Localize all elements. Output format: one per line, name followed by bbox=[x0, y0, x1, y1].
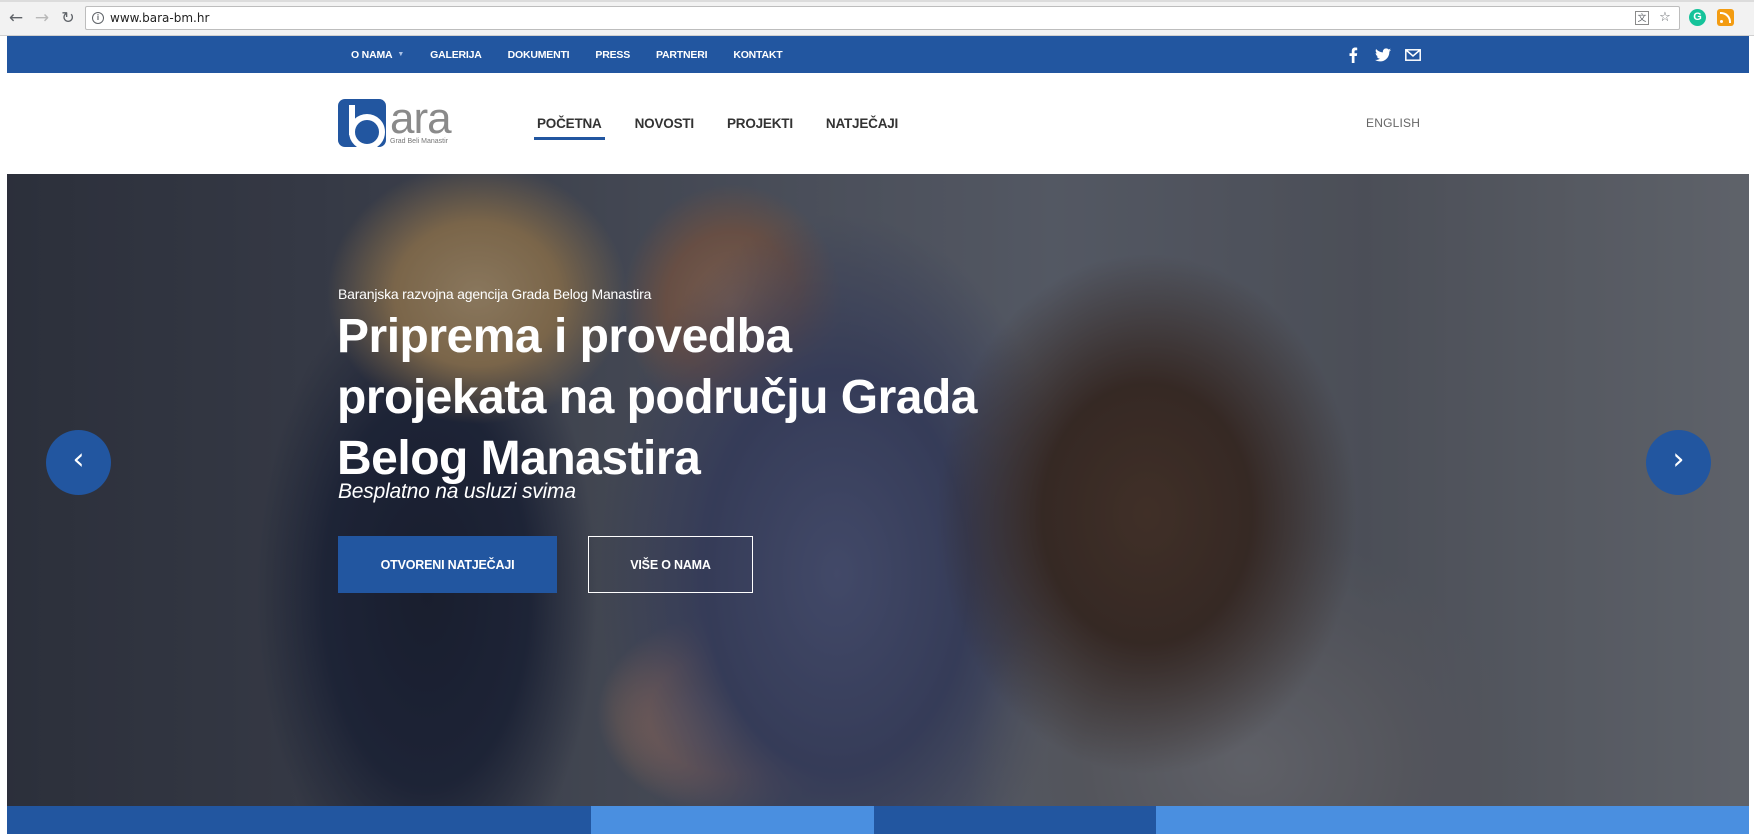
language-switch[interactable]: ENGLISH bbox=[1366, 116, 1420, 130]
hero-headline: Priprema i provedba projekata na područj… bbox=[337, 310, 977, 485]
main-nav: POČETNA NOVOSTI PROJEKTI NATJEČAJI bbox=[534, 73, 931, 174]
feature-strip-segment[interactable] bbox=[1156, 806, 1749, 834]
main-nav-item-projekti[interactable]: PROJEKTI bbox=[727, 116, 793, 131]
logo-wordmark: ara bbox=[390, 94, 452, 143]
top-nav: O NAMA ▼ GALERIJA DOKUMENTI PRESS PARTNE… bbox=[351, 36, 808, 73]
rss-extension-icon[interactable] bbox=[1717, 9, 1734, 26]
top-bar: O NAMA ▼ GALERIJA DOKUMENTI PRESS PARTNE… bbox=[7, 36, 1749, 73]
info-icon[interactable]: i bbox=[92, 12, 104, 24]
reload-icon[interactable]: ↻ bbox=[58, 8, 78, 28]
top-nav-label: PARTNERI bbox=[656, 48, 708, 61]
top-nav-label: PRESS bbox=[595, 48, 631, 61]
main-nav-item-novosti[interactable]: NOVOSTI bbox=[635, 116, 695, 131]
bookmark-star-icon[interactable]: ☆ bbox=[1657, 10, 1673, 26]
slider-next-arrow-icon[interactable]: › bbox=[1646, 430, 1711, 495]
facebook-icon[interactable] bbox=[1345, 47, 1361, 63]
hero-background-photo bbox=[7, 174, 1749, 806]
top-nav-label: KONTAKT bbox=[733, 48, 783, 61]
top-nav-item-o-nama[interactable]: O NAMA ▼ bbox=[351, 49, 404, 61]
open-tenders-button[interactable]: OTVORENI NATJEČAJI bbox=[338, 536, 557, 593]
feature-strip-segment[interactable] bbox=[591, 806, 874, 834]
top-nav-label: GALERIJA bbox=[430, 48, 482, 61]
top-nav-item-dokumenti[interactable]: DOKUMENTI bbox=[508, 49, 570, 61]
about-us-button[interactable]: VIŠE O NAMA bbox=[588, 536, 753, 593]
back-arrow-icon[interactable]: ← bbox=[6, 8, 26, 28]
main-nav-item-pocetna[interactable]: POČETNA bbox=[534, 116, 605, 140]
slider-prev-arrow-icon[interactable]: ‹ bbox=[46, 430, 111, 495]
logo-b-mark bbox=[338, 99, 386, 150]
forward-arrow-icon[interactable]: → bbox=[32, 8, 52, 28]
hero-slider: Baranjska razvojna agencija Grada Belog … bbox=[7, 174, 1749, 806]
top-nav-label: DOKUMENTI bbox=[507, 48, 570, 61]
grammarly-extension-icon[interactable]: G bbox=[1689, 9, 1706, 26]
top-nav-label: O NAMA bbox=[351, 48, 393, 61]
tab-strip bbox=[0, 0, 1754, 2]
address-bar[interactable]: i www.bara-bm.hr 文 ☆ bbox=[85, 6, 1680, 30]
top-nav-item-press[interactable]: PRESS bbox=[595, 49, 630, 61]
main-nav-item-natjecaji[interactable]: NATJEČAJI bbox=[826, 116, 898, 131]
hero-subline: Besplatno na usluzi svima bbox=[338, 480, 576, 503]
feature-strip bbox=[7, 806, 1749, 834]
translate-icon[interactable]: 文 bbox=[1635, 11, 1649, 25]
feature-strip-segment[interactable] bbox=[7, 806, 591, 834]
top-nav-item-galerija[interactable]: GALERIJA bbox=[430, 49, 482, 61]
logo-subtitle: Grad Beli Manastir bbox=[390, 138, 448, 145]
caret-down-icon: ▼ bbox=[397, 51, 405, 58]
mail-icon[interactable] bbox=[1405, 47, 1421, 63]
feature-strip-segment[interactable] bbox=[874, 806, 1156, 834]
top-nav-item-kontakt[interactable]: KONTAKT bbox=[733, 49, 782, 61]
top-nav-item-partneri[interactable]: PARTNERI bbox=[656, 49, 707, 61]
bara-logo[interactable]: ara Grad Beli Manastir bbox=[338, 94, 466, 150]
url-text[interactable]: www.bara-bm.hr bbox=[110, 11, 209, 25]
twitter-icon[interactable] bbox=[1375, 47, 1391, 63]
web-page: O NAMA ▼ GALERIJA DOKUMENTI PRESS PARTNE… bbox=[7, 36, 1749, 834]
social-links bbox=[1345, 36, 1421, 73]
browser-toolbar: ← → ↻ i www.bara-bm.hr 文 ☆ G bbox=[0, 0, 1754, 36]
site-header: ara Grad Beli Manastir POČETNA NOVOSTI P… bbox=[7, 73, 1749, 174]
hero-tagline: Baranjska razvojna agencija Grada Belog … bbox=[338, 286, 652, 302]
